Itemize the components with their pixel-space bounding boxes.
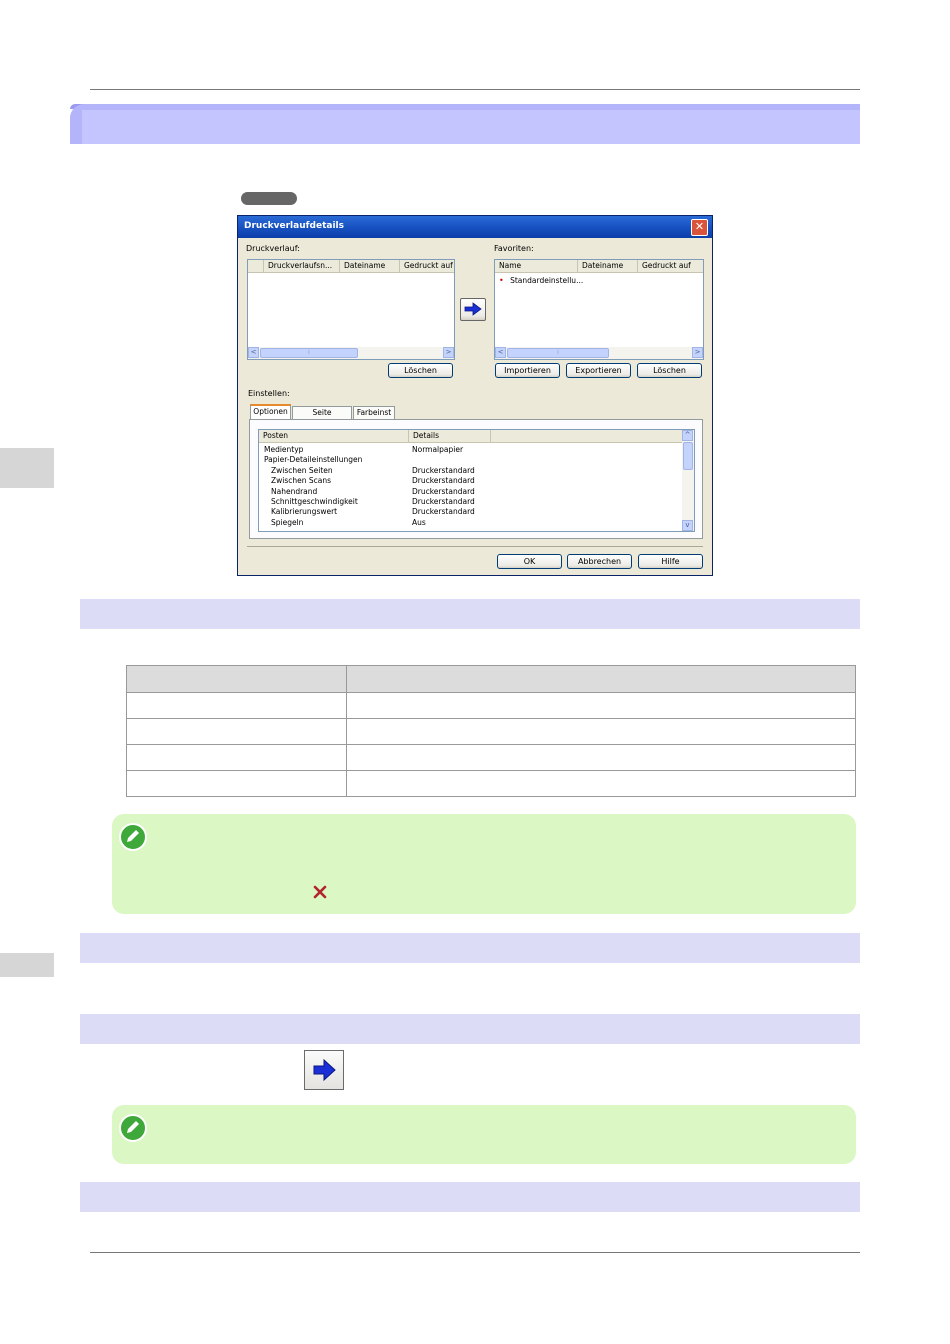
favorites-hscrollbar[interactable]: < ⁞ >	[495, 347, 703, 359]
export-button[interactable]: Exportieren	[566, 363, 631, 378]
history-scroll-thumb[interactable]: ⁞	[260, 348, 358, 358]
details-row-item[interactable]: Zwischen Seiten	[271, 466, 333, 475]
details-row-item[interactable]: Schnittgeschwindigkeit	[271, 497, 358, 506]
history-col-printed[interactable]: Gedruckt auf	[400, 260, 454, 273]
print-history-dialog: Druckverlaufdetails ✕ Druckverlauf: Favo…	[237, 215, 713, 576]
favorites-list[interactable]: Name Dateiname Gedruckt auf • Standardei…	[494, 259, 704, 360]
arrow-right-icon	[464, 302, 482, 316]
details-row-value: Druckerstandard	[412, 465, 475, 475]
close-icon[interactable]: ✕	[691, 219, 708, 236]
dialog-title: Druckverlaufdetails	[244, 221, 344, 231]
details-row-value: Druckerstandard	[412, 476, 475, 486]
bullet-icon: •	[499, 276, 504, 285]
favorites-label: Favoriten:	[494, 244, 534, 253]
details-list[interactable]: Posten Details Medientyp Normalpapier Papi…	[258, 429, 695, 532]
favorites-col-name[interactable]: Name	[495, 260, 578, 273]
pencil-icon	[127, 1121, 139, 1133]
table-cell	[126, 718, 347, 745]
history-label: Druckverlauf:	[246, 244, 300, 253]
favorites-col-printed[interactable]: Gedruckt auf	[638, 260, 703, 273]
details-row-value: Normalpapier	[412, 445, 464, 454]
details-row-value: Druckerstandard	[412, 507, 475, 517]
chapter-tab	[0, 448, 54, 488]
table-cell	[346, 718, 856, 745]
details-row-value: Aus	[412, 517, 426, 527]
favorites-item-label: Standardeinstellu...	[510, 276, 584, 285]
table-cell	[346, 692, 856, 719]
table-row	[126, 692, 856, 719]
details-row-item[interactable]: Zwischen Scans	[271, 476, 331, 485]
pencil-note-icon	[119, 1114, 147, 1142]
details-col-value[interactable]: Details	[409, 430, 491, 443]
tab-page-setup[interactable]: Seite einrichten	[292, 406, 352, 429]
table-cell	[126, 692, 347, 719]
dialog-divider	[247, 546, 703, 547]
import-button[interactable]: Importieren	[495, 363, 560, 378]
details-scroll-thumb[interactable]	[683, 442, 693, 470]
subheading-bar-4	[80, 1182, 860, 1212]
table-header-row	[126, 665, 856, 693]
subheading-bar-3	[80, 1014, 860, 1044]
table-cell	[126, 744, 347, 771]
details-col-spacer	[491, 430, 683, 443]
dialog-title-bar[interactable]: Druckverlaufdetails ✕	[238, 216, 712, 238]
details-row-item[interactable]: Kalibrierungswert	[271, 507, 337, 516]
details-row-item[interactable]: Papier-Detaileinstellungen	[264, 455, 362, 464]
note-box-2	[112, 1105, 856, 1164]
table-cell	[346, 770, 856, 797]
table-row	[126, 718, 856, 745]
details-col-item[interactable]: Posten	[259, 430, 409, 443]
delete-favorites-button[interactable]: Löschen	[637, 363, 702, 378]
section-heading-bar-inner	[82, 110, 860, 144]
add-to-favorites-button-large	[304, 1050, 344, 1090]
tab-options[interactable]: Optionen	[250, 404, 291, 419]
scroll-up-icon[interactable]: ^	[682, 430, 693, 441]
os-badge	[241, 192, 297, 205]
table-header-cell	[346, 665, 856, 693]
footer-rule	[90, 1252, 860, 1253]
details-row-item[interactable]: Nahendrand	[271, 487, 317, 496]
favorites-scroll-thumb[interactable]: ⁞	[507, 348, 609, 358]
table-row	[126, 770, 856, 797]
header-rule	[90, 89, 860, 90]
pencil-note-icon	[119, 823, 147, 851]
details-row-item[interactable]: Spiegeln	[271, 518, 303, 527]
scroll-left-icon[interactable]: <	[248, 347, 259, 358]
scroll-right-icon[interactable]: >	[443, 347, 454, 358]
tab-panel: Posten Details Medientyp Normalpapier Papi…	[249, 419, 703, 539]
scroll-right-icon[interactable]: >	[692, 347, 703, 358]
history-col-icon[interactable]	[248, 260, 264, 273]
table-header-cell	[126, 665, 347, 693]
favorites-col-filename[interactable]: Dateiname	[578, 260, 638, 273]
history-col-filename[interactable]: Dateiname	[340, 260, 400, 273]
history-col-name[interactable]: Druckverlaufsn...	[264, 260, 340, 273]
tab-color[interactable]: Farbeinst	[353, 406, 395, 419]
delete-x-icon	[312, 884, 328, 900]
settings-label: Einstellen:	[248, 389, 290, 398]
history-list[interactable]: Druckverlaufsn... Dateiname Gedruckt auf…	[247, 259, 455, 360]
details-row-value: Druckerstandard	[412, 497, 475, 506]
history-hscrollbar[interactable]: < ⁞ >	[248, 347, 454, 359]
details-row-item[interactable]: Medientyp	[264, 445, 303, 454]
table-row	[126, 744, 856, 771]
add-to-favorites-button[interactable]	[460, 298, 486, 321]
cancel-button[interactable]: Abbrechen	[567, 554, 632, 569]
table-cell	[126, 770, 347, 797]
scroll-down-icon[interactable]: v	[682, 520, 693, 531]
note-box-1	[112, 814, 856, 914]
page-tab	[0, 953, 54, 977]
details-vscrollbar[interactable]: ^ v	[682, 430, 694, 531]
scroll-left-icon[interactable]: <	[495, 347, 506, 358]
settings-table	[126, 665, 856, 797]
table-cell	[346, 744, 856, 771]
details-row-value: Druckerstandard	[412, 486, 475, 496]
subheading-bar-2	[80, 933, 860, 963]
pencil-icon	[127, 830, 139, 842]
help-button[interactable]: Hilfe	[638, 554, 703, 569]
arrow-right-icon	[313, 1058, 336, 1082]
ok-button[interactable]: OK	[497, 554, 562, 569]
subheading-bar-1	[80, 599, 860, 629]
favorites-item[interactable]: • Standardeinstellu...	[499, 276, 583, 285]
delete-history-button[interactable]: Löschen	[388, 363, 453, 378]
